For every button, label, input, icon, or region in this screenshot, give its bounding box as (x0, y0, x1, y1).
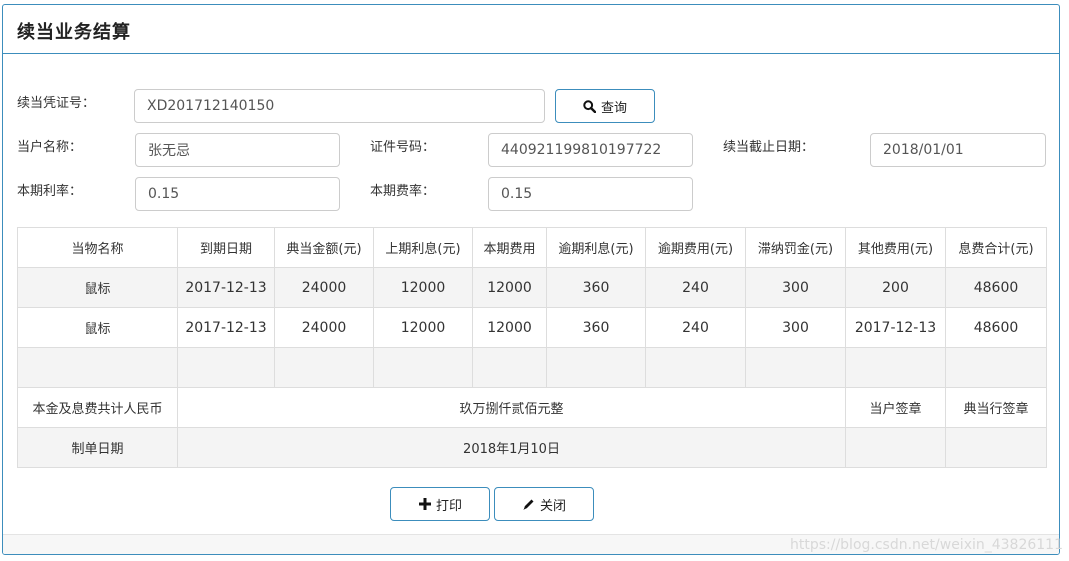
table-cell (745, 347, 846, 388)
column-header: 典当金额(元) (274, 227, 374, 268)
watermark: https://blog.csdn.net/weixin_43826111 (789, 537, 1063, 553)
customer-name-input[interactable] (135, 133, 340, 167)
shop-seal-label: 典当行签章 (945, 387, 1047, 428)
voucher-label: 续当凭证号： (17, 96, 96, 111)
table-cell: 24000 (274, 267, 374, 308)
panel-title: 续当业务结算 (17, 22, 131, 43)
pencil-icon (522, 497, 536, 511)
table-cell: 300 (745, 307, 846, 348)
table-cell: 鼠标 (17, 307, 178, 348)
settlement-panel: 续当业务结算 续当凭证号： 查询 当户名称： 证件号码： 续当截止日期： 本期利… (2, 4, 1060, 555)
table-header-row: 当物名称 到期日期 典当金额(元) 上期利息(元) 本期费用 逾期利息(元) 逾… (17, 227, 1047, 268)
table-cell (845, 347, 946, 388)
shop-seal-cell (945, 427, 1047, 468)
table-cell (373, 347, 473, 388)
customer-seal-cell (845, 427, 946, 468)
table-cell: 360 (546, 307, 646, 348)
table-cell (177, 347, 275, 388)
table-cell: 12000 (373, 307, 473, 348)
print-button[interactable]: 打印 (390, 487, 490, 521)
table-cell (645, 347, 746, 388)
date-label: 制单日期 (17, 427, 178, 468)
voucher-input[interactable] (134, 89, 545, 123)
table-cell: 24000 (274, 307, 374, 348)
column-header: 滞纳罚金(元) (745, 227, 846, 268)
column-header: 其他费用(元) (845, 227, 946, 268)
table-cell: 2017-12-13 (177, 307, 275, 348)
table-cell: 200 (845, 267, 946, 308)
table-cell: 300 (745, 267, 846, 308)
column-header: 到期日期 (177, 227, 275, 268)
table-row-empty (17, 347, 1047, 388)
table-cell (945, 347, 1047, 388)
id-number-input[interactable] (488, 133, 693, 167)
table-row[interactable]: 鼠标 2017-12-13 24000 12000 12000 360 240 … (17, 307, 1047, 348)
table-cell: 240 (645, 307, 746, 348)
panel-heading: 续当业务结算 (3, 5, 1059, 54)
query-button-label: 查询 (600, 100, 627, 116)
table-cell: 2017-12-13 (845, 307, 946, 348)
close-button[interactable]: 关闭 (494, 487, 594, 521)
id-number-label: 证件号码： (370, 140, 436, 155)
table-cell: 12000 (472, 307, 547, 348)
deadline-label: 续当截止日期： (723, 140, 815, 155)
total-amount: 玖万捌仟贰佰元整 (177, 387, 846, 428)
search-icon (583, 99, 597, 113)
table-cell (472, 347, 547, 388)
total-label: 本金及息费共计人民币 (17, 387, 178, 428)
table-cell (546, 347, 646, 388)
rate-input[interactable] (135, 177, 340, 211)
plus-icon (418, 497, 432, 511)
table-cell: 2017-12-13 (177, 267, 275, 308)
table-cell: 鼠标 (17, 267, 178, 308)
table-cell: 48600 (945, 307, 1047, 348)
print-button-label: 打印 (435, 498, 462, 514)
column-header: 上期利息(元) (373, 227, 473, 268)
date-row: 制单日期 2018年1月10日 (17, 427, 1047, 468)
column-header: 息费合计(元) (945, 227, 1047, 268)
column-header: 逾期利息(元) (546, 227, 646, 268)
table-row[interactable]: 鼠标 2017-12-13 24000 12000 12000 360 240 … (17, 267, 1047, 308)
table-cell: 12000 (373, 267, 473, 308)
table-cell: 48600 (945, 267, 1047, 308)
table-cell: 12000 (472, 267, 547, 308)
customer-label: 当户名称： (17, 140, 83, 155)
close-button-label: 关闭 (539, 498, 566, 514)
column-header: 当物名称 (17, 227, 178, 268)
rate-label: 本期利率： (17, 184, 83, 199)
table-cell (274, 347, 374, 388)
column-header: 本期费用 (472, 227, 547, 268)
customer-seal-label: 当户签章 (845, 387, 946, 428)
fee-rate-input[interactable] (488, 177, 693, 211)
total-row: 本金及息费共计人民币 玖万捌仟贰佰元整 当户签章 典当行签章 (17, 387, 1047, 428)
settlement-table: 当物名称 到期日期 典当金额(元) 上期利息(元) 本期费用 逾期利息(元) 逾… (17, 227, 1047, 468)
date-value: 2018年1月10日 (177, 427, 846, 468)
table-cell (17, 347, 178, 388)
deadline-date-input[interactable] (870, 133, 1046, 167)
fee-rate-label: 本期费率： (370, 184, 436, 199)
query-button[interactable]: 查询 (555, 89, 655, 123)
column-header: 逾期费用(元) (645, 227, 746, 268)
table-cell: 240 (645, 267, 746, 308)
table-cell: 360 (546, 267, 646, 308)
